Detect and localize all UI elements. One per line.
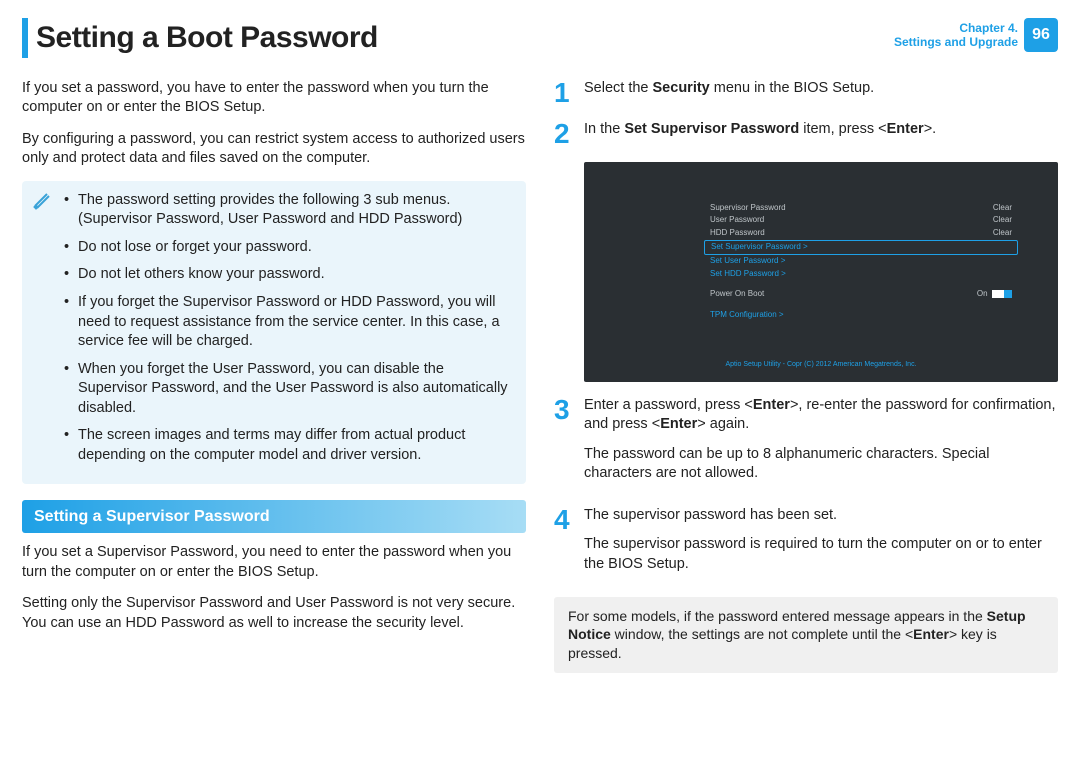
bold-enter: Enter — [660, 416, 697, 432]
note-item: The screen images and terms may differ f… — [64, 426, 512, 465]
section-header-supervisor: Setting a Supervisor Password — [22, 500, 526, 534]
step-4: 4 The supervisor password has been set. … — [554, 506, 1058, 585]
note-item: The password setting provides the follow… — [64, 191, 512, 230]
bios-row-hdd: HDD PasswordClear — [704, 227, 1018, 240]
intro-paragraph-1: If you set a password, you have to enter… — [22, 79, 526, 118]
bold-enter: Enter — [887, 121, 924, 137]
bios-row-supervisor: Supervisor PasswordClear — [704, 202, 1018, 215]
intro-paragraph-2: By configuring a password, you can restr… — [22, 130, 526, 169]
note-icon — [32, 191, 52, 218]
step-body: Select the Security menu in the BIOS Set… — [584, 79, 1058, 109]
chapter-line1: Chapter 4. — [894, 21, 1018, 35]
step-2: 2 In the Set Supervisor Password item, p… — [554, 120, 1058, 150]
title-accent-bar — [22, 18, 28, 58]
page-header: Setting a Boot Password Chapter 4. Setti… — [22, 18, 1058, 59]
step-body: In the Set Supervisor Password item, pre… — [584, 120, 1058, 150]
bios-row-tpm: TPM Configuration > — [704, 309, 1018, 322]
supervisor-paragraph-1: If you set a Supervisor Password, you ne… — [22, 543, 526, 582]
step-number: 4 — [554, 506, 584, 585]
bold-enter: Enter — [913, 626, 949, 642]
page-title: Setting a Boot Password — [36, 18, 378, 59]
chapter-line2: Settings and Upgrade — [894, 35, 1018, 49]
bold-enter: Enter — [753, 397, 790, 413]
note-item: When you forget the User Password, you c… — [64, 360, 512, 419]
bios-footer: Aptio Setup Utility - Copr (C) 2012 Amer… — [584, 360, 1058, 369]
step-body: The supervisor password has been set. Th… — [584, 506, 1058, 585]
left-column: If you set a password, you have to enter… — [22, 79, 526, 674]
page-number-badge: 96 — [1024, 18, 1058, 52]
step-2-text: In the Set Supervisor Password item, pre… — [584, 120, 1058, 140]
bios-row-set-user: Set User Password > — [704, 255, 1018, 268]
bios-screenshot: Supervisor PasswordClear User PasswordCl… — [584, 162, 1058, 382]
step-number: 2 — [554, 120, 584, 150]
chapter-block: Chapter 4. Settings and Upgrade 96 — [894, 18, 1058, 52]
step-body: Enter a password, press <Enter>, re-ente… — [584, 396, 1058, 494]
step-3: 3 Enter a password, press <Enter>, re-en… — [554, 396, 1058, 494]
note-item: If you forget the Supervisor Password or… — [64, 293, 512, 352]
step-3-text-2: The password can be up to 8 alphanumeric… — [584, 445, 1058, 484]
step-number: 1 — [554, 79, 584, 109]
toggle-icon — [992, 290, 1012, 298]
note-item: Do not let others know your password. — [64, 265, 512, 285]
bios-row-power-on-boot: Power On BootOn — [704, 288, 1018, 301]
note-list: The password setting provides the follow… — [64, 191, 512, 466]
bios-row-set-supervisor-highlight: Set Supervisor Password > — [704, 240, 1018, 255]
bold-set-supervisor: Set Supervisor Password — [624, 121, 799, 137]
content-columns: If you set a password, you have to enter… — [22, 79, 1058, 674]
step-4-text-2: The supervisor password is required to t… — [584, 535, 1058, 574]
step-number: 3 — [554, 396, 584, 494]
note-item: Do not lose or forget your password. — [64, 238, 512, 258]
info-note-box: The password setting provides the follow… — [22, 181, 526, 484]
step-1: 1 Select the Security menu in the BIOS S… — [554, 79, 1058, 109]
bios-row-set-hdd: Set HDD Password > — [704, 268, 1018, 281]
grey-note-box: For some models, if the password entered… — [554, 597, 1058, 674]
supervisor-paragraph-2: Setting only the Supervisor Password and… — [22, 594, 526, 633]
step-1-text: Select the Security menu in the BIOS Set… — [584, 79, 1058, 99]
bold-security: Security — [653, 80, 710, 96]
bios-row-user: User PasswordClear — [704, 214, 1018, 227]
step-3-text-1: Enter a password, press <Enter>, re-ente… — [584, 396, 1058, 435]
chapter-text: Chapter 4. Settings and Upgrade — [894, 21, 1018, 50]
right-column: 1 Select the Security menu in the BIOS S… — [554, 79, 1058, 674]
title-wrap: Setting a Boot Password — [22, 18, 378, 59]
step-4-text-1: The supervisor password has been set. — [584, 506, 1058, 526]
